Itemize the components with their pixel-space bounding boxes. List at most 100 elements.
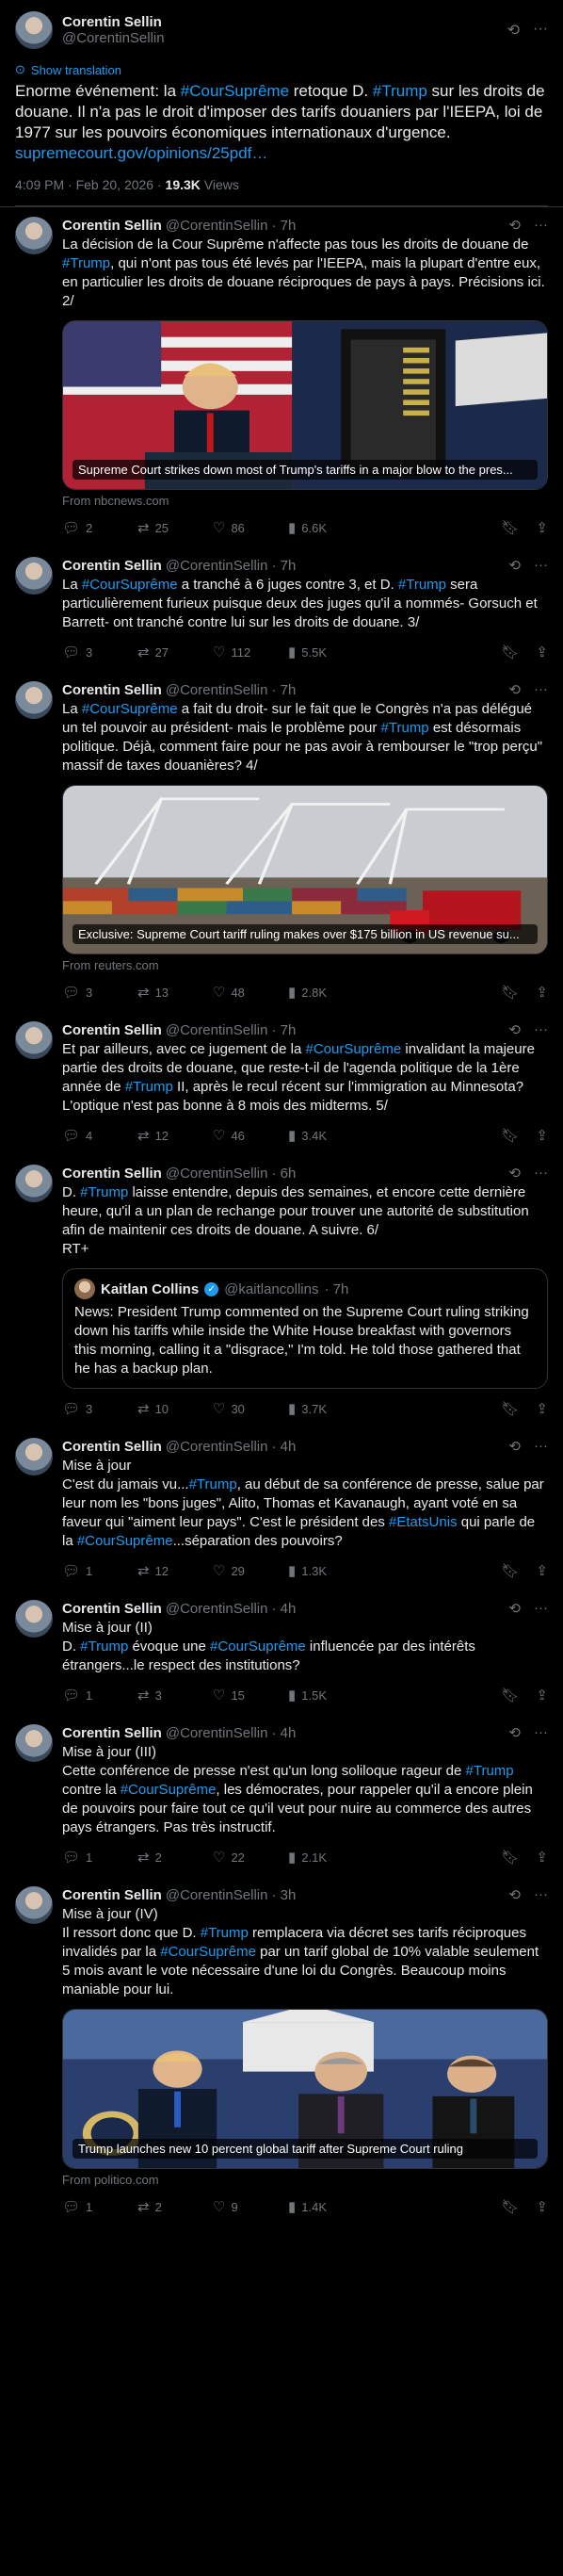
author-name[interactable]: Corentin Sellin [62,1725,162,1741]
avatar[interactable] [74,1279,95,1299]
author-handle[interactable]: @CorentinSellin [166,682,268,698]
avatar[interactable] [15,1886,53,1924]
retweet-button[interactable]: ⇄ 2 [137,2198,213,2215]
like-button[interactable]: ♡ 15 [213,1687,288,1704]
bookmark-icon[interactable]: 🔖︎ [501,2198,519,2215]
reply-time[interactable]: · 7h [271,682,296,698]
reply-time[interactable]: · 4h [271,1601,296,1617]
author-name[interactable]: Corentin Sellin [62,1022,162,1038]
reply-button[interactable]: 💬︎ 1 [62,1849,137,1866]
hashtag-link[interactable]: #Trump [189,1476,237,1492]
views-button[interactable]: ▮ 1.5K [288,1687,363,1704]
hashtag-link[interactable]: #Trump [466,1763,514,1779]
author-handle[interactable]: @CorentinSellin [62,30,507,46]
bookmark-icon[interactable]: 🔖︎ [501,1849,519,1866]
quote-author-name[interactable]: Kaitlan Collins [101,1281,199,1297]
retweet-button[interactable]: ⇄ 13 [137,984,213,1001]
grok-icon[interactable]: ⟲ [508,557,521,574]
retweet-button[interactable]: ⇄ 2 [137,1849,213,1866]
bookmark-icon[interactable]: 🔖︎ [501,1562,519,1579]
quote-author-handle[interactable]: @kaitlancollins [224,1281,318,1297]
grok-icon[interactable]: ⟲ [508,681,521,698]
more-icon[interactable]: ··· [534,1886,548,1903]
reply-button[interactable]: 💬︎ 3 [62,1400,137,1417]
reply-time[interactable]: · 3h [271,1887,296,1903]
like-button[interactable]: ♡ 30 [213,1400,288,1417]
hashtag-link[interactable]: #CourSuprême [305,1041,401,1057]
hashtag-link[interactable]: #CourSuprême [82,701,178,717]
like-button[interactable]: ♡ 112 [213,644,288,660]
views-button[interactable]: ▮ 3.7K [288,1400,363,1417]
avatar[interactable] [15,1165,53,1202]
hashtag-link[interactable]: #CourSuprême [160,1944,256,1960]
link-card[interactable]: Supreme Court strikes down most of Trump… [62,320,548,490]
reply-button[interactable]: 💬︎ 1 [62,1687,137,1704]
hashtag-link[interactable]: #CourSuprême [121,1782,217,1798]
grok-icon[interactable]: ⟲ [508,1886,521,1903]
retweet-button[interactable]: ⇄ 27 [137,644,213,660]
share-icon[interactable]: ⇪ [536,1400,548,1417]
author-name[interactable]: Corentin Sellin [62,1601,162,1617]
author-name[interactable]: Corentin Sellin [62,218,162,234]
author-name[interactable]: Corentin Sellin [62,1887,162,1903]
author-handle[interactable]: @CorentinSellin [166,1022,268,1038]
hashtag-link[interactable]: #EtatsUnis [389,1514,458,1530]
retweet-button[interactable]: ⇄ 25 [137,519,213,536]
more-icon[interactable]: ··· [534,217,548,234]
author-handle[interactable]: @CorentinSellin [166,218,268,234]
views-button[interactable]: ▮ 2.1K [288,1849,363,1866]
more-icon[interactable]: ··· [534,557,548,574]
author-name[interactable]: Corentin Sellin [62,14,507,30]
hashtag-link[interactable]: #Trump [80,1639,128,1655]
author-name[interactable]: Corentin Sellin [62,1166,162,1182]
like-button[interactable]: ♡ 86 [213,519,288,536]
retweet-button[interactable]: ⇄ 12 [137,1562,213,1579]
share-icon[interactable]: ⇪ [536,1687,548,1704]
grok-icon[interactable]: ⟲ [508,1600,521,1617]
hashtag-link[interactable]: #Trump [381,720,429,736]
thread-reply[interactable]: Corentin Sellin @CorentinSellin · 7h ⟲ ··· La… [0,672,563,1012]
like-button[interactable]: ♡ 48 [213,984,288,1001]
thread-reply[interactable]: Corentin Sellin @CorentinSellin · 4h ⟲ ··· Mi… [0,1715,563,1877]
grok-icon[interactable]: ⟲ [508,1438,521,1455]
bookmark-icon[interactable]: 🔖︎ [501,984,519,1001]
hashtag-link[interactable]: #CourSuprême [82,577,178,593]
thread-reply[interactable]: Corentin Sellin @CorentinSellin · 7h ⟲ ··· La… [0,207,563,547]
author-handle[interactable]: @CorentinSellin [166,1725,268,1741]
views-button[interactable]: ▮ 6.6K [288,519,363,536]
reply-button[interactable]: 💬︎ 2 [62,519,137,536]
hashtag-link[interactable]: #CourSuprême [77,1533,173,1549]
avatar[interactable] [15,1600,53,1638]
reply-button[interactable]: 💬︎ 4 [62,1127,137,1144]
hashtag-link[interactable]: #Trump [398,577,446,593]
bookmark-icon[interactable]: 🔖︎ [501,1127,519,1144]
bookmark-icon[interactable]: 🔖︎ [501,644,519,660]
views-button[interactable]: ▮ 3.4K [288,1127,363,1144]
views-button[interactable]: ▮ 2.8K [288,984,363,1001]
link-source[interactable]: From reuters.com [62,958,548,972]
thread-reply[interactable]: Corentin Sellin @CorentinSellin · 4h ⟲ ··· Mi… [0,1590,563,1715]
avatar[interactable] [15,557,53,595]
link-card[interactable]: Exclusive: Supreme Court tariff ruling m… [62,785,548,954]
more-icon[interactable]: ··· [533,21,548,40]
avatar[interactable] [15,681,53,719]
reply-time[interactable]: · 4h [271,1439,296,1455]
grok-icon[interactable]: ⟲ [508,1021,521,1038]
hashtag-link[interactable]: #CourSuprême [181,82,289,100]
reply-time[interactable]: · 6h [271,1166,296,1182]
grok-icon[interactable]: ⟲ [508,1724,521,1741]
grok-icon[interactable]: ⟲ [508,217,521,234]
hashtag-link[interactable]: #Trump [62,255,110,271]
share-icon[interactable]: ⇪ [536,984,548,1001]
grok-icon[interactable]: ⟲ [507,21,520,40]
show-translation-link[interactable]: ⊙ Show translation [15,62,548,77]
reply-time[interactable]: · 7h [271,1022,296,1038]
views-button[interactable]: ▮ 5.5K [288,644,363,660]
author-handle[interactable]: @CorentinSellin [166,1601,268,1617]
source-link[interactable]: supremecourt.gov/opinions/25pdf… [15,144,267,162]
share-icon[interactable]: ⇪ [536,644,548,660]
bookmark-icon[interactable]: 🔖︎ [501,1687,519,1704]
hashtag-link[interactable]: #Trump [80,1184,128,1200]
bookmark-icon[interactable]: 🔖︎ [501,519,519,536]
more-icon[interactable]: ··· [534,1021,548,1038]
